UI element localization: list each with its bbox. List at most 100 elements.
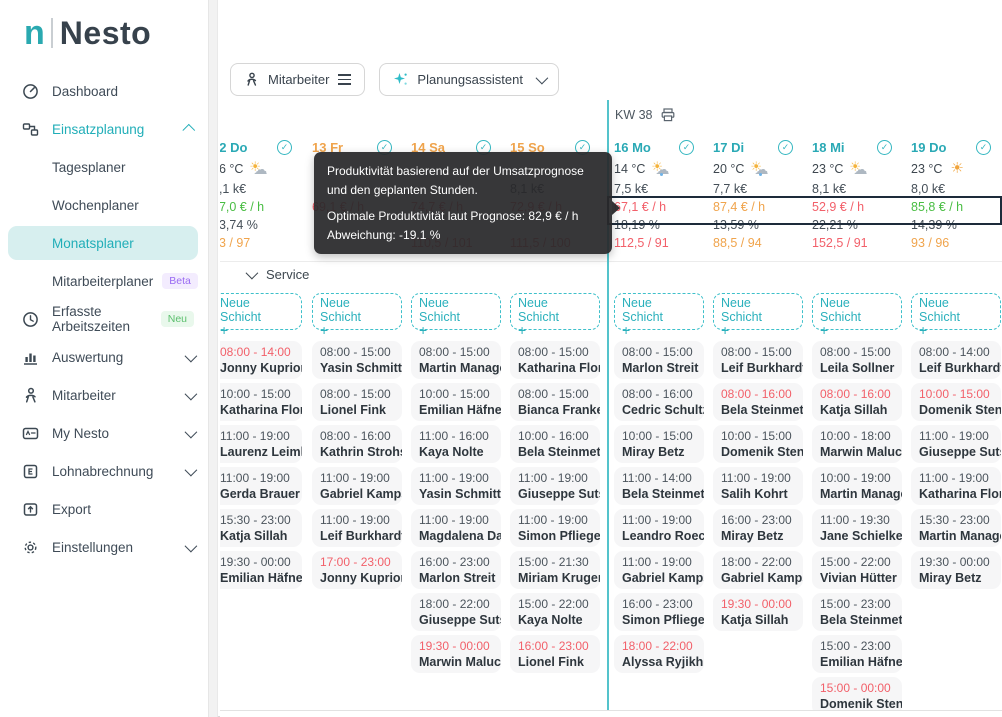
shift-card[interactable]: 11:00 - 19:00Leandro Roecker [614,509,704,547]
shift-card[interactable]: 16:00 - 23:00Lionel Fink [510,635,600,673]
shift-card[interactable]: 15:00 - 23:00Bela Steinmetz [812,593,902,631]
shift-card[interactable]: 11:00 - 19:30Jane Schielke [812,509,902,547]
shift-time: 11:00 - 19:00 [320,470,394,486]
sidebar-item-export[interactable]: Export [0,490,208,528]
plus-icon: + [721,324,795,336]
new-shift-button[interactable]: Neue Schicht+ [220,293,302,330]
sidebar-item-mitarbeiterplaner[interactable]: MitarbeiterplanerBeta [0,262,208,300]
shift-card[interactable]: 11:00 - 19:00Salih Kohrt [713,467,803,505]
shift-card[interactable]: 08:00 - 15:00Martin Manager [411,341,501,379]
new-shift-button[interactable]: Neue Schicht+ [312,293,402,330]
shift-time: 15:00 - 00:00 [820,680,894,696]
day-approved-check-icon[interactable]: ✓ [877,140,892,155]
shift-card[interactable]: 11:00 - 19:00Giuseppe Sutschet [911,425,1001,463]
shift-card[interactable]: 08:00 - 14:00Leif Burkhardt [911,341,1001,379]
badge-beta: Beta [162,273,198,289]
shift-card[interactable]: 08:00 - 15:00Yasin Schmitt [312,341,402,379]
shift-card[interactable]: 08:00 - 15:00Lionel Fink [312,383,402,421]
shift-card[interactable]: 10:00 - 15:00Domenik Stengl [911,383,1001,421]
shift-card[interactable]: 10:00 - 15:00Miray Betz [614,425,704,463]
shift-card[interactable]: 11:00 - 19:00Magdalena Daub [411,509,501,547]
shift-card[interactable]: 08:00 - 14:00Jonny Kuprion [220,341,302,379]
shift-time: 10:00 - 15:00 [622,428,696,444]
shift-card[interactable]: 10:00 - 19:00Martin Manager [812,467,902,505]
shift-card[interactable]: 18:00 - 22:00Gabriel Kampsch... [713,551,803,589]
sidebar-item-wochenplaner[interactable]: Wochenplaner [0,186,208,224]
sidebar-item-einsatzplanung[interactable]: Einsatzplanung [0,110,208,148]
shift-card[interactable]: 08:00 - 15:00Marlon Streit [614,341,704,379]
shift-card[interactable]: 08:00 - 15:00Leila Sollner [812,341,902,379]
planungsassistent-button[interactable]: Planungsassistent [379,63,559,96]
shift-card[interactable]: 11:00 - 19:00Simon Pflieger [510,509,600,547]
sidebar-item-auswertung[interactable]: Auswertung [0,338,208,376]
shift-card[interactable]: 17:00 - 23:00Jonny Kuprion [312,551,402,589]
shift-card[interactable]: 19:30 - 00:00Miray Betz [911,551,1001,589]
shift-card[interactable]: 08:00 - 15:00Leif Burkhardt [713,341,803,379]
shift-card[interactable]: 08:00 - 16:00Bela Steinmetz [713,383,803,421]
shift-card[interactable]: 15:00 - 23:00Emilian Häfner [812,635,902,673]
printer-icon[interactable] [661,108,675,122]
shift-card[interactable]: 11:00 - 19:00Laurenz Leimbach [220,425,302,463]
new-shift-button[interactable]: Neue Schicht+ [510,293,600,330]
shift-card[interactable]: 15:00 - 22:00Vivian Hütter [812,551,902,589]
shift-card[interactable]: 11:00 - 19:00Gerda Brauer [220,467,302,505]
day-approved-check-icon[interactable]: ✓ [277,140,292,155]
shift-card[interactable]: 10:00 - 18:00Marwin Malucha [812,425,902,463]
shift-card[interactable]: 16:00 - 23:00Simon Pflieger [614,593,704,631]
new-shift-button[interactable]: Neue Schicht+ [812,293,902,330]
sidebar-item-lohnabrechnung[interactable]: Lohnabrechnung [0,452,208,490]
shift-card[interactable]: 15:00 - 21:30Miriam Kruger [510,551,600,589]
shift-employee-name: Giuseppe Sutschet [919,444,993,460]
shift-card[interactable]: 10:00 - 15:00Emilian Häfner [411,383,501,421]
shift-card[interactable]: 18:00 - 22:00Giuseppe Sutschet [411,593,501,631]
day-approved-check-icon[interactable]: ✓ [778,140,793,155]
sidebar-item-erfasste-arbeitszeiten[interactable]: Erfasste ArbeitszeitenNeu [0,300,208,338]
sidebar-item-einstellungen[interactable]: Einstellungen [0,528,208,566]
shift-time: 11:00 - 14:00 [622,470,696,486]
shift-time: 10:00 - 16:00 [518,428,592,444]
sidebar-item-dashboard[interactable]: Dashboard [0,72,208,110]
shift-time: 19:30 - 00:00 [721,596,795,612]
sidebar-item-tagesplaner[interactable]: Tagesplaner [0,148,208,186]
shift-card[interactable]: 08:00 - 15:00Katharina Flore [510,341,600,379]
sidebar-item-monatsplaner[interactable]: Monatsplaner [0,224,208,262]
new-shift-button[interactable]: Neue Schicht+ [411,293,501,330]
mitarbeiter-button[interactable]: Mitarbeiter [230,63,365,96]
shift-card[interactable]: 15:30 - 23:00Martin Manager [911,509,1001,547]
sidebar-item-mitarbeiter[interactable]: Mitarbeiter [0,376,208,414]
shift-card[interactable]: 08:00 - 15:00Bianca Franke [510,383,600,421]
shift-card[interactable]: 18:00 - 22:00Alyssa Ryjikh [614,635,704,673]
shift-card[interactable]: 19:30 - 00:00Emilian Häfner [220,551,302,589]
shift-card[interactable]: 16:00 - 23:00Marlon Streit [411,551,501,589]
shift-card[interactable]: 16:00 - 23:00Miray Betz [713,509,803,547]
shift-card[interactable]: 11:00 - 19:00Yasin Schmitt [411,467,501,505]
shift-card[interactable]: 11:00 - 19:00Giuseppe Sutsc... [510,467,600,505]
shift-card[interactable]: 08:00 - 16:00Kathrin Strohsch... [312,425,402,463]
shift-card[interactable]: 11:00 - 19:00Gabriel Kampsc... [614,551,704,589]
shift-card[interactable]: 08:00 - 16:00Katja Sillah [812,383,902,421]
shift-card[interactable]: 19:30 - 00:00Marwin Malucha [411,635,501,673]
new-shift-button[interactable]: Neue Schicht+ [713,293,803,330]
new-shift-button[interactable]: Neue Schicht+ [911,293,1001,330]
shift-card[interactable]: 11:00 - 16:00Kaya Nolte [411,425,501,463]
shift-card[interactable]: 11:00 - 19:00Leif Burkhardt [312,509,402,547]
shift-card[interactable]: 10:00 - 15:00Domenik Stengl [713,425,803,463]
shift-card[interactable]: 11:00 - 19:00Katharina Flore [911,467,1001,505]
shift-card[interactable]: 15:30 - 23:00Katja Sillah [220,509,302,547]
shift-card[interactable]: 15:00 - 22:00Kaya Nolte [510,593,600,631]
shift-card[interactable]: 11:00 - 19:00Gabriel Kampsch... [312,467,402,505]
shift-employee-name: Jonny Kuprion [320,570,394,586]
shift-card[interactable]: 10:00 - 16:00Bela Steinmetz [510,425,600,463]
shift-card[interactable]: 10:00 - 15:00Katharina Flore [220,383,302,421]
day-approved-check-icon[interactable]: ✓ [976,140,991,155]
shift-card[interactable]: 19:30 - 00:00Katja Sillah [713,593,803,631]
day-approved-check-icon[interactable]: ✓ [679,140,694,155]
service-section-header[interactable]: Service [246,267,309,282]
shift-card[interactable]: 08:00 - 16:00Cedric Schultze [614,383,704,421]
shift-card[interactable]: 11:00 - 14:00Bela Steinmetz [614,467,704,505]
new-shift-button[interactable]: Neue Schicht+ [614,293,704,330]
chevron-down-icon [185,425,198,438]
sidebar-item-my-nesto[interactable]: My Nesto [0,414,208,452]
shift-card[interactable]: 15:00 - 00:00Domenik Stengl [812,677,902,711]
shift-employee-name: Emilian Häfner [220,570,294,586]
